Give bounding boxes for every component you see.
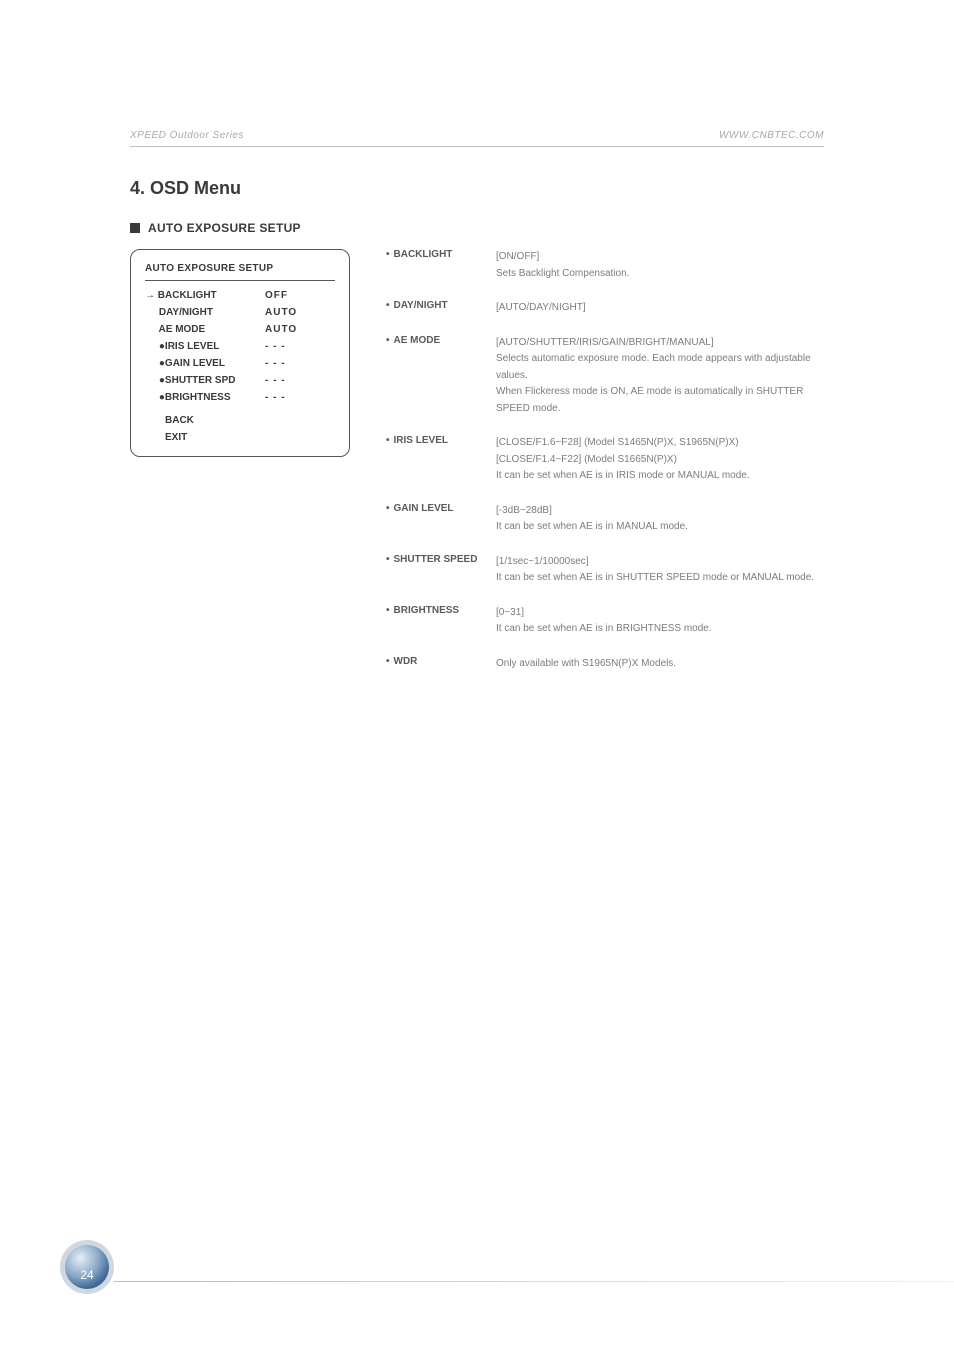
osd-value: - - - — [265, 389, 286, 406]
page-badge: 24 — [60, 1240, 114, 1294]
page-title: 4. OSD Menu — [130, 178, 824, 199]
desc-label: •BRIGHTNESS — [386, 605, 496, 638]
header-rule — [130, 146, 824, 147]
desc-line: [CLOSE/F1.4~F22] (Model S1665N(P)X) — [496, 452, 824, 469]
header-right: WWW.CNBTEC.COM — [719, 130, 824, 141]
desc-text: [ON/OFF] Sets Backlight Compensation. — [496, 249, 824, 282]
osd-label: → BACKLIGHT — [145, 287, 265, 304]
desc-item: •BRIGHTNESS [0~31] It can be set when AE… — [386, 605, 824, 638]
osd-value: - - - — [265, 372, 286, 389]
desc-line: It can be set when AE is in MANUAL mode. — [496, 519, 824, 536]
desc-text: [-3dB~28dB] It can be set when AE is in … — [496, 503, 824, 536]
desc-line: It can be set when AE is in SHUTTER SPEE… — [496, 570, 824, 587]
desc-text: [AUTO/SHUTTER/IRIS/GAIN/BRIGHT/MANUAL] S… — [496, 335, 824, 418]
desc-label: •IRIS LEVEL — [386, 435, 496, 485]
desc-label: •GAIN LEVEL — [386, 503, 496, 536]
osd-row: DAY/NIGHTAUTO — [145, 304, 335, 321]
desc-label: •AE MODE — [386, 335, 496, 418]
bullet-icon: • — [386, 435, 390, 446]
osd-menu-bottom: BACK EXIT — [145, 412, 335, 446]
osd-value: AUTO — [265, 304, 297, 321]
desc-item: •SHUTTER SPEED [1/1sec~1/10000sec] It ca… — [386, 554, 824, 587]
osd-row: ●GAIN LEVEL- - - — [145, 355, 335, 372]
osd-menu-rows: → BACKLIGHTOFF DAY/NIGHTAUTO AE MODEAUTO… — [145, 287, 335, 406]
osd-row: ●SHUTTER SPD- - - — [145, 372, 335, 389]
page-badge-icon — [60, 1240, 114, 1294]
desc-line: [AUTO/DAY/NIGHT] — [496, 300, 824, 317]
desc-line: Sets Backlight Compensation. — [496, 266, 824, 283]
desc-item: •GAIN LEVEL [-3dB~28dB] It can be set wh… — [386, 503, 824, 536]
osd-label: DAY/NIGHT — [145, 304, 265, 321]
footer-rule — [114, 1281, 954, 1282]
desc-line: Only available with S1965N(P)X Models. — [496, 656, 824, 673]
desc-line: [AUTO/SHUTTER/IRIS/GAIN/BRIGHT/MANUAL] — [496, 335, 824, 352]
section-title: AUTO EXPOSURE SETUP — [148, 221, 301, 235]
osd-value: AUTO — [265, 321, 297, 338]
desc-item: •IRIS LEVEL [CLOSE/F1.6~F28] (Model S146… — [386, 435, 824, 485]
osd-value: - - - — [265, 338, 286, 355]
osd-value: OFF — [265, 287, 288, 304]
bullet-icon: • — [386, 605, 390, 616]
desc-line: [0~31] — [496, 605, 824, 622]
desc-line: When Flickeress mode is ON, AE mode is a… — [496, 384, 824, 417]
bullet-icon: • — [386, 554, 390, 565]
square-bullet-icon — [130, 223, 140, 233]
bullet-icon: • — [386, 335, 390, 346]
desc-item: •AE MODE [AUTO/SHUTTER/IRIS/GAIN/BRIGHT/… — [386, 335, 824, 418]
desc-line: It can be set when AE is in IRIS mode or… — [496, 468, 824, 485]
desc-label: •BACKLIGHT — [386, 249, 496, 282]
desc-item: •BACKLIGHT [ON/OFF] Sets Backlight Compe… — [386, 249, 824, 282]
osd-menu-box: AUTO EXPOSURE SETUP → BACKLIGHTOFF DAY/N… — [130, 249, 350, 457]
osd-label: ●SHUTTER SPD — [145, 372, 265, 389]
page-number: 24 — [60, 1268, 114, 1282]
page-header: XPEED Outdoor Series WWW.CNBTEC.COM — [130, 130, 824, 141]
desc-text: [AUTO/DAY/NIGHT] — [496, 300, 824, 317]
osd-label: ●IRIS LEVEL — [145, 338, 265, 355]
bullet-icon: • — [386, 300, 390, 311]
description-column: •BACKLIGHT [ON/OFF] Sets Backlight Compe… — [386, 249, 824, 690]
osd-row: → BACKLIGHTOFF — [145, 287, 335, 304]
osd-row: ●IRIS LEVEL- - - — [145, 338, 335, 355]
desc-line: [1/1sec~1/10000sec] — [496, 554, 824, 571]
osd-label: AE MODE — [145, 321, 265, 338]
header-left: XPEED Outdoor Series — [130, 130, 244, 141]
desc-label: •WDR — [386, 656, 496, 673]
desc-line: Selects automatic exposure mode. Each mo… — [496, 351, 824, 384]
bullet-icon: • — [386, 249, 390, 260]
desc-line: It can be set when AE is in BRIGHTNESS m… — [496, 621, 824, 638]
desc-item: •DAY/NIGHT [AUTO/DAY/NIGHT] — [386, 300, 824, 317]
desc-line: [CLOSE/F1.6~F28] (Model S1465N(P)X, S196… — [496, 435, 824, 452]
osd-label: BACK — [145, 415, 194, 426]
bullet-icon: • — [386, 503, 390, 514]
desc-text: [0~31] It can be set when AE is in BRIGH… — [496, 605, 824, 638]
osd-row: EXIT — [145, 429, 335, 446]
osd-value: - - - — [265, 355, 286, 372]
osd-row: AE MODEAUTO — [145, 321, 335, 338]
section-heading: AUTO EXPOSURE SETUP — [130, 221, 824, 235]
bullet-icon: • — [386, 656, 390, 667]
osd-menu-box-title: AUTO EXPOSURE SETUP — [145, 260, 335, 281]
desc-line: [-3dB~28dB] — [496, 503, 824, 520]
desc-label: •DAY/NIGHT — [386, 300, 496, 317]
desc-text: Only available with S1965N(P)X Models. — [496, 656, 824, 673]
osd-row: ●BRIGHTNESS- - - — [145, 389, 335, 406]
desc-text: [CLOSE/F1.6~F28] (Model S1465N(P)X, S196… — [496, 435, 824, 485]
desc-label: •SHUTTER SPEED — [386, 554, 496, 587]
osd-label: ●BRIGHTNESS — [145, 389, 265, 406]
desc-text: [1/1sec~1/10000sec] It can be set when A… — [496, 554, 824, 587]
osd-row: BACK — [145, 412, 335, 429]
osd-label: ●GAIN LEVEL — [145, 355, 265, 372]
two-column-layout: AUTO EXPOSURE SETUP → BACKLIGHTOFF DAY/N… — [130, 249, 824, 690]
desc-line: [ON/OFF] — [496, 249, 824, 266]
desc-item: •WDR Only available with S1965N(P)X Mode… — [386, 656, 824, 673]
osd-label: EXIT — [145, 432, 187, 443]
content-area: 4. OSD Menu AUTO EXPOSURE SETUP AUTO EXP… — [130, 178, 824, 690]
